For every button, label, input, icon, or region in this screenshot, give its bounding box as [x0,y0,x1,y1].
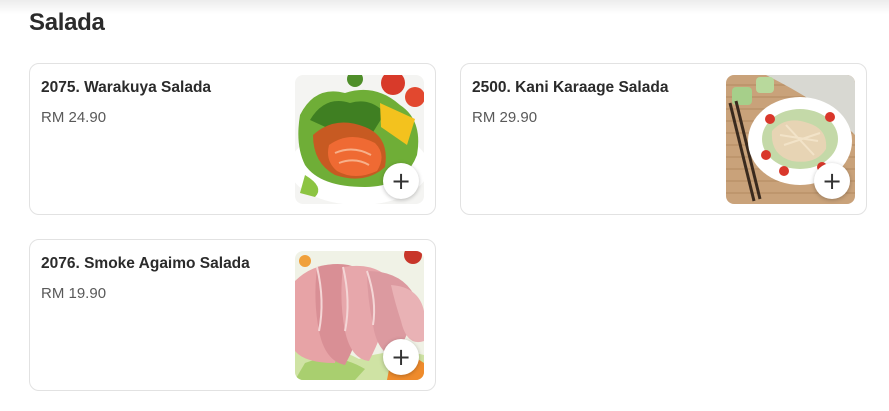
menu-item-card[interactable]: 2076. Smoke Agaimo Salada RM 19.90 + [29,239,436,391]
menu-item-card[interactable]: 2075. Warakuya Salada RM 24.90 + [29,63,436,215]
section-title: Salada [29,9,105,36]
menu-item-card[interactable]: 2500. Kani Karaage Salada RM 29.90 + [460,63,867,215]
add-to-cart-button[interactable]: + [383,163,419,199]
item-price: RM 24.90 [41,109,107,126]
add-to-cart-button[interactable]: + [814,163,850,199]
item-image[interactable]: + [726,75,855,204]
header-shadow [0,0,889,14]
item-name: 2500. Kani Karaage Salada [472,79,669,96]
add-to-cart-button[interactable]: + [383,339,419,375]
item-name: 2075. Warakuya Salada [41,79,212,96]
item-image[interactable]: + [295,75,424,204]
item-price: RM 29.90 [472,109,538,126]
item-name: 2076. Smoke Agaimo Salada [41,255,250,272]
item-image[interactable]: + [295,251,424,380]
item-price: RM 19.90 [41,285,107,302]
